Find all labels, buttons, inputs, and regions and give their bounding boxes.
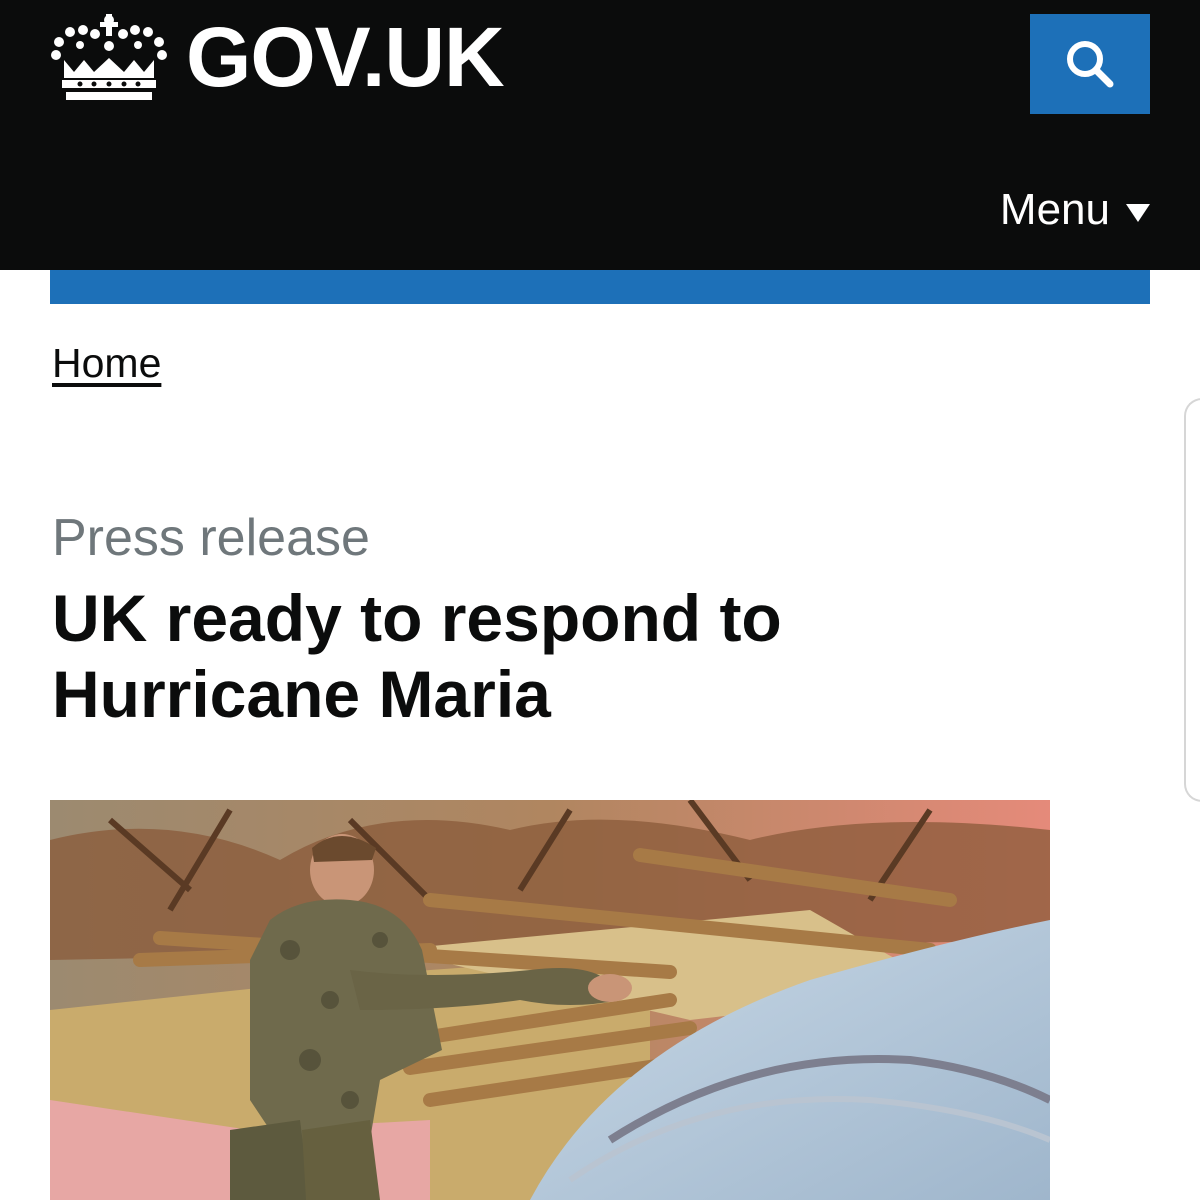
caret-down-icon — [1126, 204, 1150, 222]
content-type-caption: Press release — [52, 509, 370, 567]
page-scroll-edge[interactable] — [1184, 398, 1200, 802]
page-title: UK ready to respond to Hurricane Maria — [52, 581, 782, 731]
soldier-rubble-image — [50, 800, 1050, 1200]
header-accent-bar — [50, 270, 1150, 304]
search-button[interactable] — [1030, 14, 1150, 114]
logo-text: GOV.UK — [186, 10, 505, 104]
menu-label: Menu — [999, 185, 1110, 234]
search-icon — [1067, 41, 1114, 88]
menu-button[interactable]: Menu — [1000, 185, 1150, 235]
site-header: GOV.UK Menu — [0, 0, 1200, 270]
article-photo — [50, 800, 1050, 1200]
govuk-logo-link[interactable]: GOV.UK — [50, 10, 505, 104]
breadcrumb-home-link[interactable]: Home — [52, 340, 161, 387]
crown-icon — [51, 14, 167, 100]
